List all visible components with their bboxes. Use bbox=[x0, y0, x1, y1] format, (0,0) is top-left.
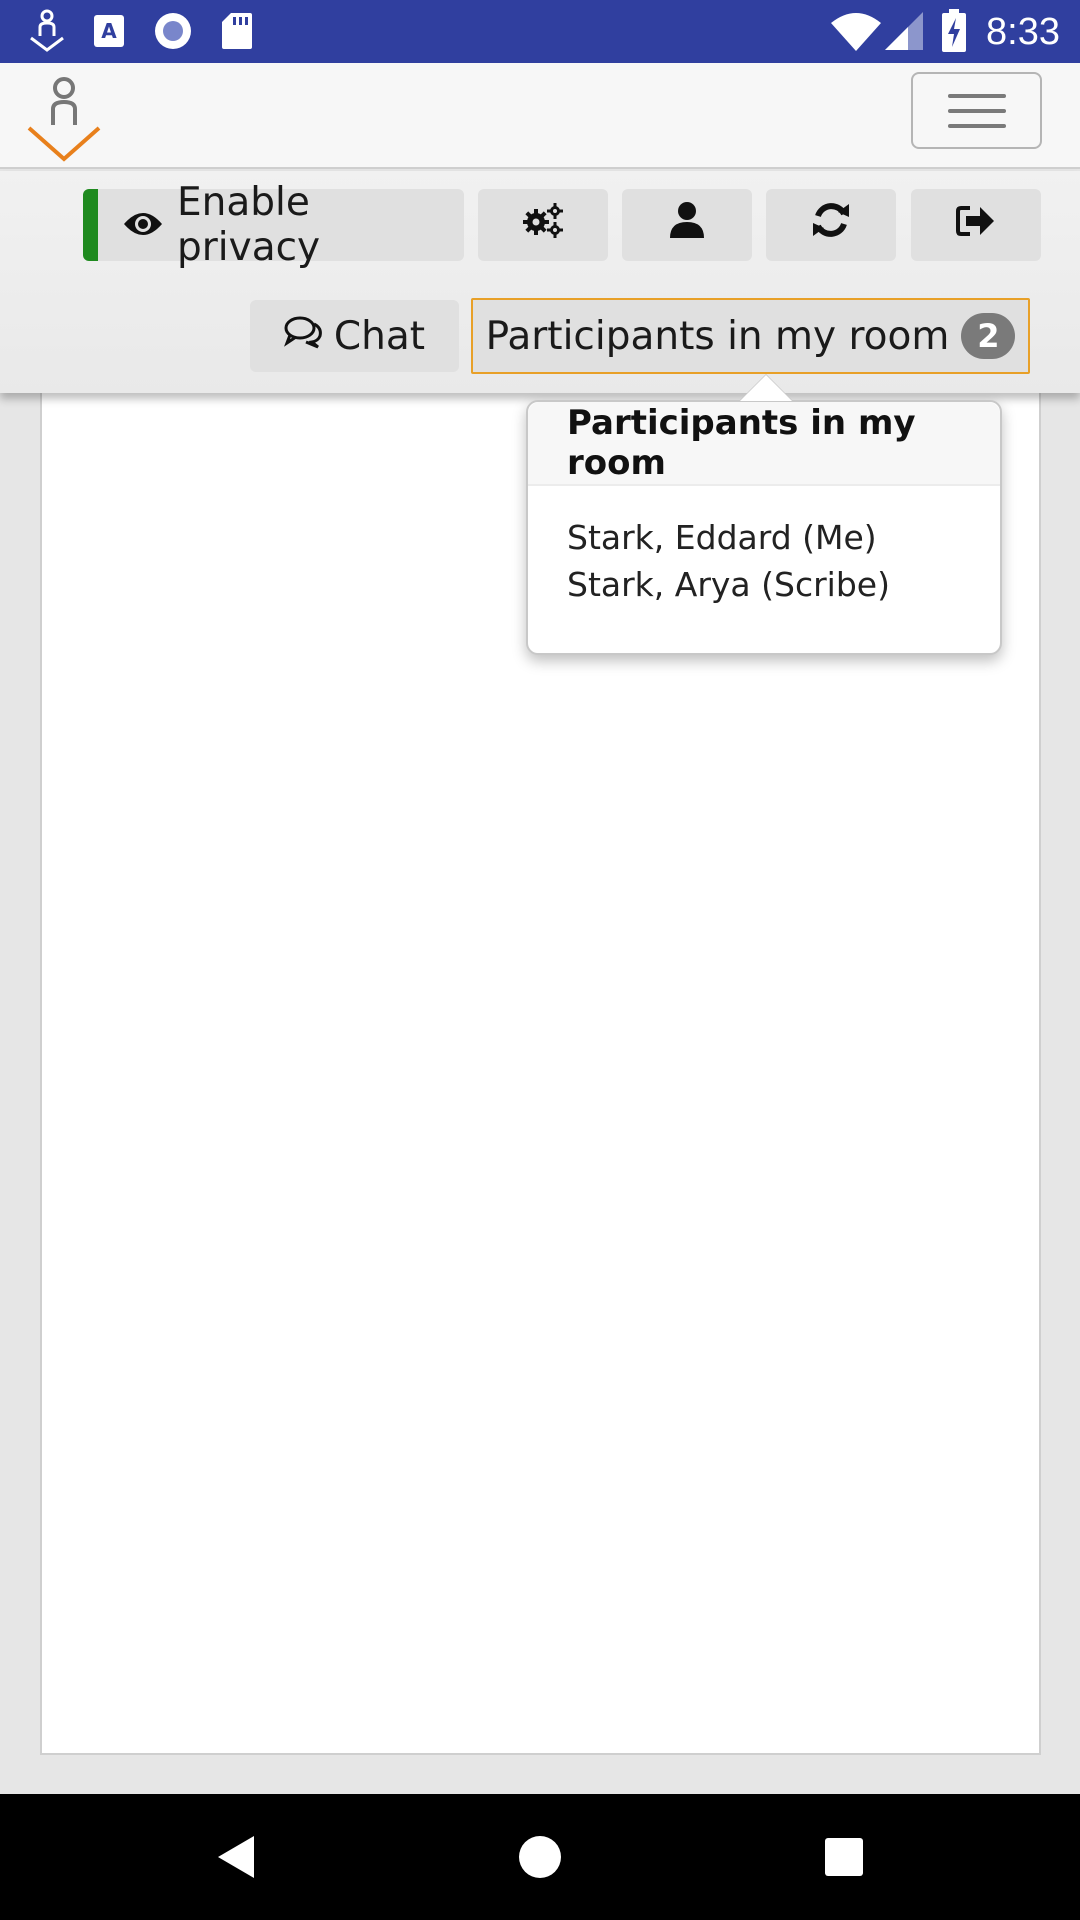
participants-count-badge: 2 bbox=[961, 313, 1016, 359]
gears-icon bbox=[522, 202, 564, 248]
participants-label: Participants in my room bbox=[485, 313, 950, 359]
enable-privacy-button[interactable]: Enable privacy bbox=[83, 180, 464, 270]
participants-button[interactable]: Participants in my room 2 bbox=[471, 298, 1030, 374]
sign-out-icon bbox=[956, 203, 996, 248]
logout-button[interactable] bbox=[911, 189, 1041, 261]
hamburger-icon bbox=[947, 93, 1006, 98]
app-header bbox=[0, 63, 1080, 169]
settings-button[interactable] bbox=[478, 189, 608, 261]
profile-button[interactable] bbox=[622, 189, 752, 261]
wifi-icon bbox=[830, 8, 882, 54]
chat-label: Chat bbox=[333, 313, 426, 359]
menu-button[interactable] bbox=[911, 72, 1042, 149]
participant-item: Stark, Eddard (Me) bbox=[567, 518, 877, 557]
home-icon[interactable] bbox=[515, 1832, 565, 1882]
user-icon bbox=[669, 201, 705, 249]
battery-charging-icon bbox=[940, 8, 968, 54]
record-icon bbox=[152, 8, 194, 54]
refresh-button[interactable] bbox=[766, 189, 896, 261]
enable-privacy-label: Enable privacy bbox=[177, 180, 321, 270]
back-icon[interactable] bbox=[212, 1832, 262, 1882]
app-logo[interactable] bbox=[26, 73, 102, 163]
system-navigation-bar bbox=[0, 1794, 1080, 1920]
room-toolbar: Enable privacy Chat Participants in my r… bbox=[0, 171, 1080, 393]
text-a-icon: A bbox=[92, 8, 126, 54]
participant-item: Stark, Arya (Scribe) bbox=[567, 565, 890, 604]
popover-arrow bbox=[740, 375, 792, 401]
popover-title: Participants in my room bbox=[528, 402, 1000, 486]
chat-button[interactable]: Chat bbox=[250, 300, 459, 372]
sd-card-icon bbox=[220, 8, 254, 54]
participants-list: Stark, Eddard (Me) Stark, Arya (Scribe) bbox=[528, 486, 1000, 636]
refresh-icon bbox=[811, 200, 851, 250]
svg-text:A: A bbox=[101, 19, 117, 43]
status-time: 8:33 bbox=[986, 11, 1060, 53]
signal-icon bbox=[884, 8, 924, 54]
recents-icon[interactable] bbox=[819, 1832, 869, 1882]
participants-popover: Participants in my room Stark, Eddard (M… bbox=[526, 400, 1002, 655]
status-bar: A 8:33 bbox=[0, 0, 1080, 63]
app-logo-icon bbox=[24, 8, 70, 54]
eye-icon bbox=[123, 203, 163, 248]
comments-icon bbox=[283, 314, 324, 359]
